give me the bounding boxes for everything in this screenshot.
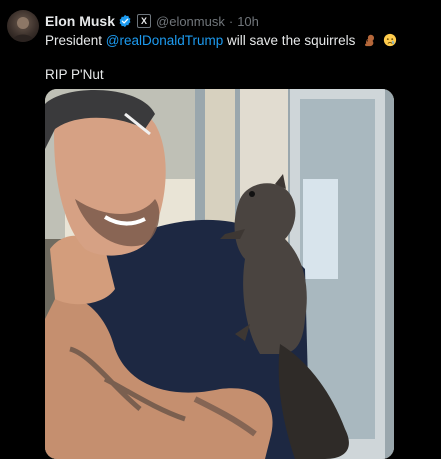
squirrel-emoji [365, 34, 375, 47]
crying-face-emoji [383, 33, 396, 47]
post-header: Elon Musk X @elonmusk · 10h [45, 12, 259, 30]
author-name[interactable]: Elon Musk [45, 13, 115, 29]
verified-badge-icon [119, 14, 131, 28]
post-text: President @realDonaldTrump will save the… [45, 32, 397, 49]
post-text-before: President [45, 33, 106, 48]
post[interactable]: Elon Musk X @elonmusk · 10h President @r… [0, 0, 441, 459]
author-avatar[interactable] [7, 10, 39, 42]
post-video[interactable] [45, 89, 394, 459]
separator-dot: · [228, 13, 234, 29]
post-text-after: will save the squirrels [223, 33, 356, 48]
mention-link[interactable]: @realDonaldTrump [106, 33, 224, 48]
video-frame [45, 89, 394, 459]
post-text-line2: RIP P'Nut [45, 67, 104, 82]
x-affiliate-icon[interactable]: X [137, 14, 152, 28]
post-time[interactable]: 10h [237, 14, 259, 29]
author-handle[interactable]: @elonmusk [156, 14, 225, 29]
